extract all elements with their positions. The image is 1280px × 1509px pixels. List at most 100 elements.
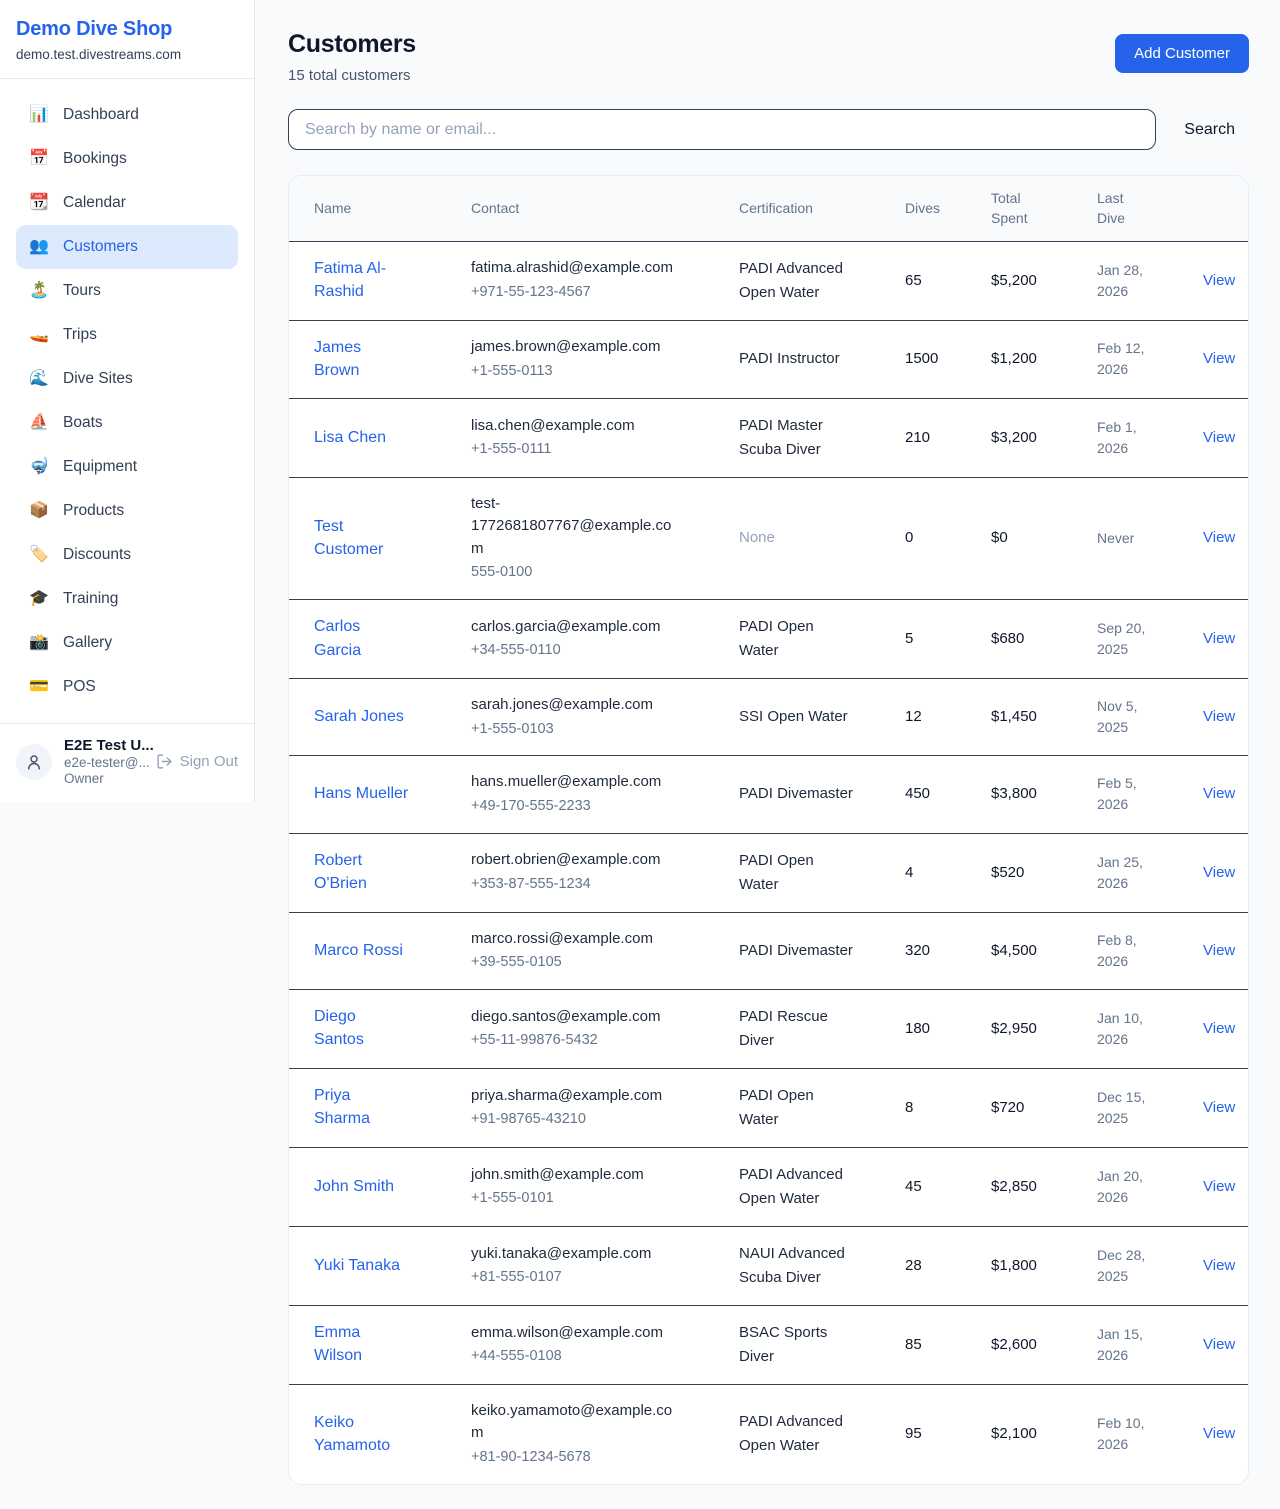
table-row: Keiko Yamamotokeiko.yamamoto@example.com… bbox=[289, 1384, 1249, 1483]
cell-action: View bbox=[1191, 1226, 1249, 1305]
sailboat-icon: ⛵ bbox=[28, 411, 50, 435]
cell-contact: hans.mueller@example.com+49-170-555-2233 bbox=[459, 756, 727, 833]
table-row: Diego Santosdiego.santos@example.com+55-… bbox=[289, 989, 1249, 1068]
cell-dives: 95 bbox=[893, 1384, 979, 1483]
customer-total-spent: $2,850 bbox=[991, 1178, 1037, 1195]
view-link[interactable]: View bbox=[1203, 630, 1235, 647]
tag-icon: 🏷️ bbox=[28, 543, 50, 567]
customer-total-spent: $1,200 bbox=[991, 350, 1037, 367]
sidebar-item-dive-sites[interactable]: 🌊Dive Sites bbox=[16, 357, 238, 401]
customer-dives: 0 bbox=[905, 529, 913, 546]
view-link[interactable]: View bbox=[1203, 1336, 1235, 1353]
customer-phone: +39-555-0105 bbox=[471, 952, 715, 974]
cell-name: Emma Wilson bbox=[289, 1305, 459, 1384]
customer-email: test-1772681807767@example.com bbox=[471, 493, 676, 561]
cell-name: Hans Mueller bbox=[289, 756, 459, 833]
customer-name-link[interactable]: Keiko Yamamoto bbox=[314, 1411, 409, 1457]
view-link[interactable]: View bbox=[1203, 429, 1235, 446]
customer-phone: +1-555-0111 bbox=[471, 439, 715, 461]
cell-certification: PADI Advanced Open Water bbox=[727, 1384, 893, 1483]
sidebar-item-label: Gallery bbox=[63, 631, 112, 655]
sidebar-item-dashboard[interactable]: 📊Dashboard bbox=[16, 93, 238, 137]
sidebar-item-trips[interactable]: 🚤Trips bbox=[16, 313, 238, 357]
table-row: Emma Wilsonemma.wilson@example.com+44-55… bbox=[289, 1305, 1249, 1384]
view-link[interactable]: View bbox=[1203, 1099, 1235, 1116]
customer-name-link[interactable]: Lisa Chen bbox=[314, 426, 386, 449]
customer-certification: PADI Rescue Diver bbox=[739, 1005, 854, 1053]
customer-phone: +91-98765-43210 bbox=[471, 1109, 715, 1131]
cell-certification: PADI Instructor bbox=[727, 320, 893, 398]
customer-name-link[interactable]: Emma Wilson bbox=[314, 1321, 409, 1367]
cell-certification: PADI Open Water bbox=[727, 1068, 893, 1147]
customer-name-link[interactable]: John Smith bbox=[314, 1175, 394, 1198]
sidebar-item-equipment[interactable]: 🤿Equipment bbox=[16, 445, 238, 489]
view-link[interactable]: View bbox=[1203, 272, 1235, 289]
camera-icon: 📸 bbox=[28, 631, 50, 655]
customer-name-link[interactable]: Yuki Tanaka bbox=[314, 1254, 400, 1277]
sidebar-item-products[interactable]: 📦Products bbox=[16, 489, 238, 533]
customer-email: priya.sharma@example.com bbox=[471, 1085, 676, 1108]
customer-name-link[interactable]: Priya Sharma bbox=[314, 1084, 409, 1130]
cell-action: View bbox=[1191, 756, 1249, 833]
customer-total-spent: $4,500 bbox=[991, 942, 1037, 959]
cell-name: Yuki Tanaka bbox=[289, 1226, 459, 1305]
table-body: Fatima Al-Rashidfatima.alrashid@example.… bbox=[289, 241, 1249, 1483]
customer-last-dive: Feb 8, 2026 bbox=[1097, 930, 1167, 972]
customer-name-link[interactable]: Carlos Garcia bbox=[314, 615, 409, 661]
view-link[interactable]: View bbox=[1203, 1257, 1235, 1274]
sidebar-item-bookings[interactable]: 📅Bookings bbox=[16, 137, 238, 181]
search-input[interactable] bbox=[288, 109, 1156, 150]
sidebar-item-training[interactable]: 🎓Training bbox=[16, 577, 238, 621]
cell-contact: carlos.garcia@example.com+34-555-0110 bbox=[459, 600, 727, 679]
cell-total-spent: $520 bbox=[979, 833, 1085, 912]
sidebar-item-customers[interactable]: 👥Customers bbox=[16, 225, 238, 269]
cell-dives: 320 bbox=[893, 912, 979, 989]
customer-name-link[interactable]: Test Customer bbox=[314, 515, 409, 561]
customer-name-link[interactable]: Hans Mueller bbox=[314, 782, 408, 805]
cell-last-dive: Jan 15, 2026 bbox=[1085, 1305, 1191, 1384]
sign-out-button[interactable]: Sign Out bbox=[156, 753, 238, 770]
table-row: Hans Mueller hans.mueller@example.com+49-… bbox=[289, 756, 1249, 833]
sidebar-item-tours[interactable]: 🏝️Tours bbox=[16, 269, 238, 313]
customer-dives: 8 bbox=[905, 1099, 913, 1116]
view-link[interactable]: View bbox=[1203, 864, 1235, 881]
customer-name-link[interactable]: Robert O'Brien bbox=[314, 849, 409, 895]
view-link[interactable]: View bbox=[1203, 350, 1235, 367]
customer-name-link[interactable]: Sarah Jones bbox=[314, 705, 404, 728]
view-link[interactable]: View bbox=[1203, 1178, 1235, 1195]
view-link[interactable]: View bbox=[1203, 785, 1235, 802]
cell-name: Diego Santos bbox=[289, 989, 459, 1068]
customer-certification: PADI Divemaster bbox=[739, 782, 854, 806]
sidebar-item-boats[interactable]: ⛵Boats bbox=[16, 401, 238, 445]
view-link[interactable]: View bbox=[1203, 1425, 1235, 1442]
customer-name-link[interactable]: Marco Rossi bbox=[314, 939, 403, 962]
customer-certification: BSAC Sports Diver bbox=[739, 1321, 854, 1369]
cell-contact: james.brown@example.com+1-555-0113 bbox=[459, 320, 727, 398]
customer-certification: PADI Open Water bbox=[739, 849, 854, 897]
customer-name-link[interactable]: Diego Santos bbox=[314, 1005, 409, 1051]
search-button[interactable]: Search bbox=[1184, 121, 1235, 139]
cell-dives: 8 bbox=[893, 1068, 979, 1147]
customer-certification: None bbox=[739, 526, 854, 550]
cell-certification: None bbox=[727, 477, 893, 599]
sidebar-header: Demo Dive Shop demo.test.divestreams.com bbox=[0, 0, 254, 79]
cell-action: View bbox=[1191, 477, 1249, 599]
page-subtitle: 15 total customers bbox=[288, 67, 416, 84]
customer-name-link[interactable]: James Brown bbox=[314, 336, 409, 382]
cell-action: View bbox=[1191, 600, 1249, 679]
customer-name-link[interactable]: Fatima Al-Rashid bbox=[314, 257, 409, 303]
sidebar-item-gallery[interactable]: 📸 Gallery bbox=[16, 621, 238, 665]
sidebar-item-discounts[interactable]: 🏷️Discounts bbox=[16, 533, 238, 577]
sidebar-item-calendar[interactable]: 📆Calendar bbox=[16, 181, 238, 225]
view-link[interactable]: View bbox=[1203, 1020, 1235, 1037]
add-customer-button[interactable]: Add Customer bbox=[1115, 34, 1249, 73]
cell-certification: PADI Advanced Open Water bbox=[727, 1147, 893, 1226]
customer-certification: NAUI Advanced Scuba Diver bbox=[739, 1242, 854, 1290]
cell-total-spent: $2,850 bbox=[979, 1147, 1085, 1226]
cell-dives: 45 bbox=[893, 1147, 979, 1226]
view-link[interactable]: View bbox=[1203, 529, 1235, 546]
customer-email: diego.santos@example.com bbox=[471, 1006, 676, 1029]
view-link[interactable]: View bbox=[1203, 708, 1235, 725]
sidebar-item-pos[interactable]: 💳POS bbox=[16, 665, 238, 709]
view-link[interactable]: View bbox=[1203, 942, 1235, 959]
